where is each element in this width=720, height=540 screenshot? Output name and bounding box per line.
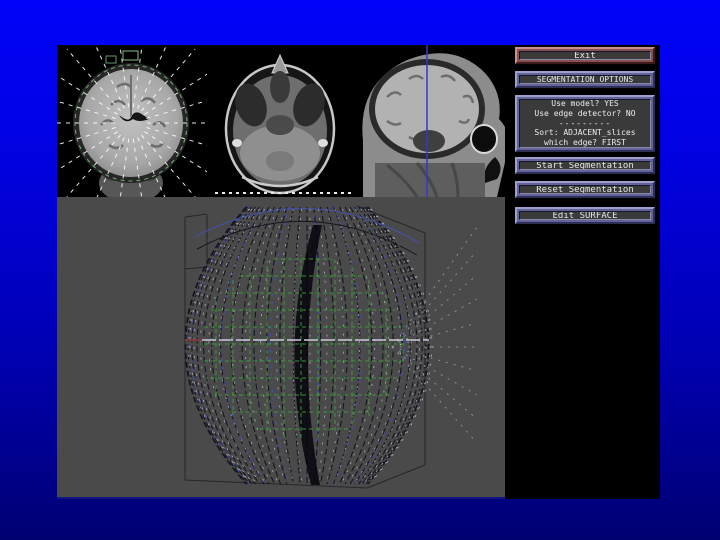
start-segmentation-label: Start Segmentation — [519, 161, 651, 170]
coronal-slice-graphic — [57, 45, 207, 197]
option-divider: --------- — [558, 118, 612, 128]
edit-surface-button[interactable]: Edit SURFACE — [515, 207, 655, 224]
green-handle-box — [122, 50, 139, 61]
mri-slice-strip[interactable] — [57, 45, 505, 197]
green-handle-box-2 — [105, 55, 117, 64]
option-sort: Sort: ADJACENT_slices — [534, 128, 636, 138]
render-3d-viewport[interactable] — [57, 197, 505, 497]
mri-slices-graphic — [57, 45, 505, 197]
sagittal-slice-graphic — [362, 45, 505, 197]
exit-button[interactable]: Exit — [515, 47, 655, 64]
start-segmentation-button[interactable]: Start Segmentation — [515, 157, 655, 174]
axial-slice-graphic — [215, 53, 351, 195]
control-panel: Exit SEGMENTATION OPTIONS Use model? YES… — [505, 45, 660, 499]
options-text: Use model? YES Use edge detector? NO ---… — [519, 99, 651, 148]
viewport-column — [57, 45, 505, 499]
wireframe-surface-graphic — [184, 205, 478, 489]
reset-segmentation-button[interactable]: Reset Segmentation — [515, 181, 655, 198]
option-use-edge-detector: Use edge detector? NO — [534, 108, 636, 118]
reset-segmentation-label: Reset Segmentation — [519, 185, 651, 194]
segmentation-options-button[interactable]: SEGMENTATION OPTIONS — [515, 71, 655, 88]
option-which-edge: which edge? FIRST — [544, 138, 626, 148]
segmentation-app-window: Exit SEGMENTATION OPTIONS Use model? YES… — [57, 45, 660, 499]
option-use-model: Use model? YES — [551, 99, 619, 109]
viewport-bottom-border — [57, 497, 505, 499]
exit-button-label: Exit — [519, 51, 651, 60]
edit-surface-label: Edit SURFACE — [519, 211, 651, 220]
segmentation-options-panel[interactable]: Use model? YES Use edge detector? NO ---… — [515, 95, 655, 152]
segmentation-options-label: SEGMENTATION OPTIONS — [519, 75, 651, 84]
